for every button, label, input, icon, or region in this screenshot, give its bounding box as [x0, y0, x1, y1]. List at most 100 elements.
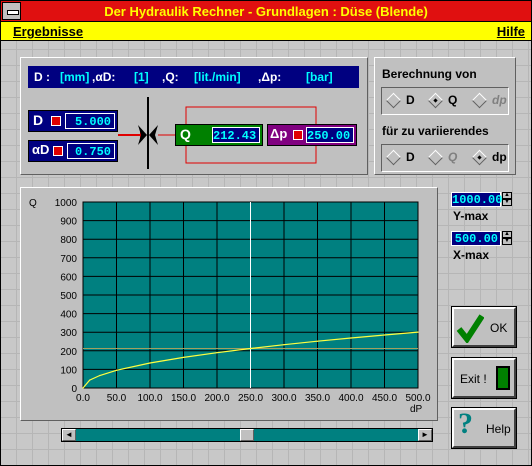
- ymax-down-arrow[interactable]: ▼: [502, 199, 512, 206]
- curve-point: [216, 352, 218, 354]
- ymax-up-arrow[interactable]: ▲: [502, 192, 512, 199]
- dp-value-field[interactable]: 250.00: [306, 127, 354, 143]
- x-tick-label: 50.0: [107, 393, 127, 404]
- variierend-radio-label-d: D: [406, 150, 415, 164]
- xmax-control: 500.00 ▲ ▼ X-max: [451, 231, 515, 263]
- y-axis-label: Q: [29, 198, 37, 209]
- curve-point: [417, 331, 419, 333]
- curve-point: [82, 387, 84, 389]
- units-dp-unit: [bar]: [306, 70, 333, 84]
- ok-button[interactable]: OK: [451, 306, 517, 348]
- d-lock-indicator[interactable]: [51, 116, 61, 126]
- x-axis-label: dP: [410, 404, 423, 415]
- dp-label: Δp: [270, 126, 288, 141]
- d-label: D: [33, 112, 44, 128]
- checkmark-icon: [456, 314, 484, 343]
- y-tick-label: 200: [60, 347, 77, 358]
- ymax-field[interactable]: 1000.00: [451, 192, 502, 207]
- variierend-radio-dp[interactable]: [471, 149, 488, 166]
- variierend-radio-d[interactable]: [385, 149, 402, 166]
- app-window: Der Hydraulik Rechner - Grundlagen : Düs…: [0, 0, 532, 466]
- scroll-left-arrow[interactable]: ◄: [62, 429, 76, 441]
- dp-lock-indicator[interactable]: [293, 130, 303, 140]
- variierend-radio-q: [427, 149, 444, 166]
- alpha-input-box: αD 0.750: [28, 140, 118, 162]
- y-tick-label: 0: [71, 384, 77, 395]
- y-tick-label: 1000: [55, 198, 78, 209]
- xmax-label: X-max: [453, 248, 490, 262]
- alpha-label: αD: [32, 142, 50, 157]
- units-alpha-unit: [1]: [134, 70, 149, 84]
- curve-point: [249, 347, 252, 350]
- help-label: Help: [486, 422, 511, 436]
- berechnung-group: D Qdp: [381, 87, 509, 115]
- curve-point: [149, 362, 151, 364]
- ok-label: OK: [490, 321, 508, 335]
- q-label: Q: [180, 126, 191, 142]
- y-tick-label: 900: [60, 217, 77, 228]
- variierend-radio-label-dp: dp: [492, 150, 507, 164]
- exit-button[interactable]: Exit !: [451, 357, 517, 399]
- units-q-label: ,Q:: [162, 70, 179, 84]
- scroll-thumb[interactable]: [240, 429, 254, 441]
- menu-hilfe[interactable]: Hilfe: [497, 24, 525, 39]
- ymax-control: 1000.00 ▲ ▼ Y-max: [451, 192, 515, 224]
- berechnung-radio-dp: [471, 92, 488, 109]
- system-menu-button[interactable]: [2, 2, 21, 20]
- berechnung-radio-label-dp: dp: [492, 93, 507, 107]
- curve-point: [383, 334, 386, 336]
- units-d-unit: [mm]: [60, 70, 90, 84]
- y-tick-label: 700: [60, 254, 77, 265]
- curve-point: [115, 369, 118, 371]
- x-tick-label: 450.0: [372, 393, 397, 404]
- units-alpha-label: ,αD:: [92, 70, 116, 84]
- variierend-radio-label-q: Q: [448, 150, 458, 164]
- exit-label: Exit !: [460, 372, 487, 386]
- window-title: Der Hydraulik Rechner - Grundlagen : Düs…: [104, 4, 428, 19]
- y-tick-label: 300: [60, 328, 77, 339]
- y-tick-label: 500: [60, 291, 77, 302]
- y-tick-label: 800: [60, 235, 77, 246]
- q-value-field[interactable]: 212.43: [212, 127, 260, 143]
- x-tick-label: 500.0: [405, 393, 430, 404]
- scroll-right-arrow[interactable]: ►: [418, 429, 432, 441]
- door-icon: [496, 366, 510, 390]
- units-d-label: D :: [34, 70, 50, 84]
- x-scrollbar[interactable]: ◄ ►: [61, 428, 433, 442]
- variierend-group: D Qdp: [381, 144, 509, 172]
- berechnung-title: Berechnung von: [382, 67, 477, 81]
- ymax-label: Y-max: [453, 209, 489, 223]
- flow-chart: 0.0 50.0 100.0 150.0 200.0 250.0 300.0 350.0 400…: [29, 198, 431, 415]
- menu-bar: Ergebnisse Hilfe: [1, 22, 531, 41]
- x-tick-label: 300.0: [271, 393, 296, 404]
- units-dp-label: ,Δp:: [258, 70, 282, 84]
- alpha-value-field[interactable]: 0.750: [67, 143, 115, 159]
- berechnung-radio-q[interactable]: [427, 92, 444, 109]
- menu-ergebnisse[interactable]: Ergebnisse: [13, 24, 83, 39]
- curve-point: [283, 344, 285, 346]
- xmax-field[interactable]: 500.00: [451, 231, 501, 246]
- y-tick-label: 600: [60, 272, 77, 283]
- x-tick-label: 200.0: [204, 393, 229, 404]
- berechnung-radio-label-q: Q: [448, 93, 458, 107]
- title-bar: Der Hydraulik Rechner - Grundlagen : Düs…: [1, 1, 531, 22]
- d-input-box: D 5.000: [28, 110, 118, 132]
- x-tick-label: 150.0: [171, 393, 196, 404]
- alpha-lock-indicator[interactable]: [53, 146, 63, 156]
- dp-input-box: Δp 250.00: [267, 124, 357, 146]
- curve-point: [99, 374, 101, 377]
- y-tick-label: 400: [60, 310, 77, 321]
- xmax-up-arrow[interactable]: ▲: [502, 231, 512, 238]
- question-mark-icon: ?: [458, 407, 473, 440]
- curve-point: [89, 379, 91, 381]
- d-value-field[interactable]: 5.000: [65, 113, 115, 129]
- help-button[interactable]: ? Help: [451, 407, 517, 449]
- xmax-down-arrow[interactable]: ▼: [502, 238, 512, 245]
- curve-point: [350, 337, 352, 339]
- curve-point: [182, 356, 185, 358]
- x-tick-label: 400.0: [338, 393, 363, 404]
- berechnung-radio-d[interactable]: [385, 92, 402, 109]
- units-q-unit: [lit./min]: [194, 70, 241, 84]
- q-output-box: Q 212.43: [175, 124, 263, 146]
- x-tick-label: 350.0: [305, 393, 330, 404]
